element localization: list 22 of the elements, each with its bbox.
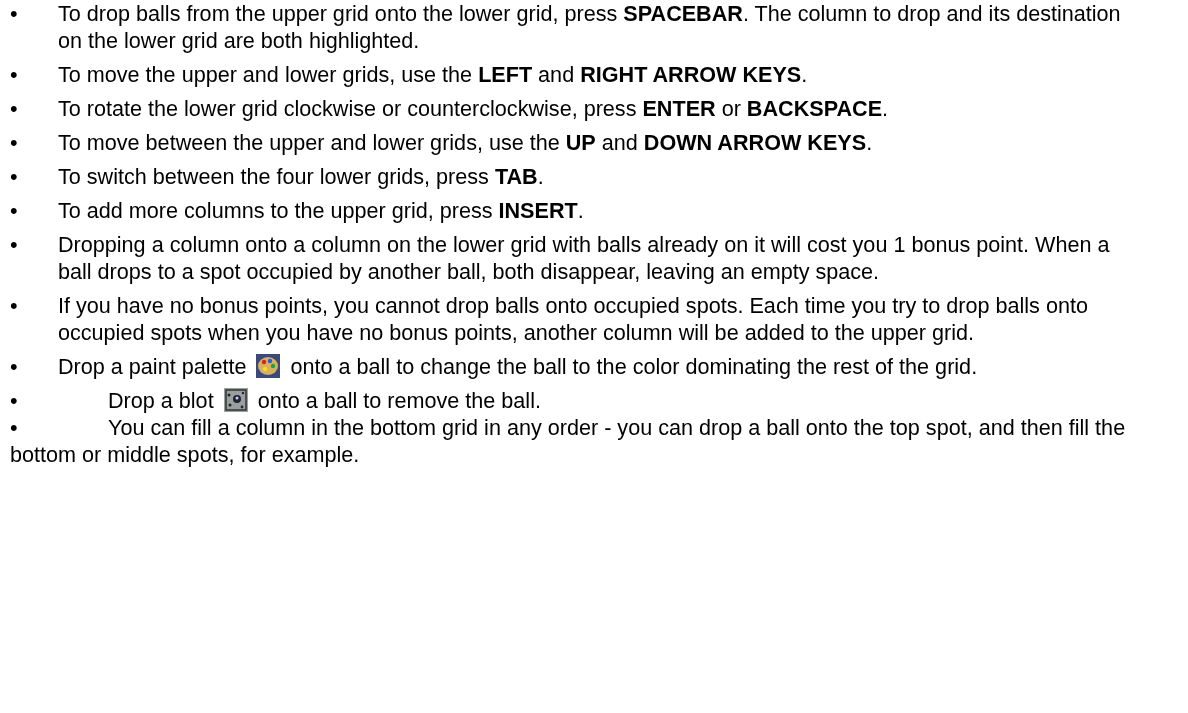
instruction-text: Drop a paint palette onto a ball to change the ball to the color dominating the rest of the grid. [58, 353, 979, 380]
ink-blot-icon [223, 388, 248, 412]
bullet: • [10, 163, 19, 190]
instruction-text: To rotate the lower grid clockwise or counterclockwise, press ENTER or BACKSPACE. [58, 95, 890, 122]
bullet: • [10, 292, 19, 320]
instruction-text: • Drop a blot onto a ball to remove the ball. [10, 387, 542, 414]
instruction-text: To move the upper and lower grids, use the LEFT and RIGHT ARROW KEYS. [58, 61, 809, 88]
paint-palette-icon [256, 354, 281, 378]
bullet: • [10, 61, 19, 88]
bullet: • [10, 129, 19, 156]
bullet: • [10, 231, 19, 259]
instruction-text: To move between the upper and lower grids, use the UP and DOWN ARROW KEYS. [58, 129, 874, 156]
instruction-text: To drop balls from the upper grid onto the lower grid, press SPACEBAR. The column to drop and its destination on the lower grid are both highlighted. [58, 0, 1122, 54]
instruction-text: • You can fill a column in the bottom grid in any order - you can drop a ball onto the top spot, and then fill the bottom or middle spots, for example. [10, 414, 1127, 468]
instruction-text: Dropping a column onto a column on the lower grid with balls already on it will cost you 1 bonus point. When a ball drops to a spot occupied by another ball, both disappear, leaving an empty space. [58, 231, 1111, 285]
instruction-text: To add more columns to the upper grid, press INSERT. [58, 197, 585, 224]
bullet: • [10, 95, 19, 122]
bullet: • [10, 197, 19, 224]
instruction-text: To switch between the four lower grids, press TAB. [58, 163, 545, 190]
instruction-text: If you have no bonus points, you cannot drop balls onto occupied spots. Each time you try to drop balls onto occupied spots when you have no bonus points, another column will be added to the upper grid. [58, 292, 1089, 346]
bullet: • [10, 0, 19, 28]
bullet: • [10, 353, 19, 380]
